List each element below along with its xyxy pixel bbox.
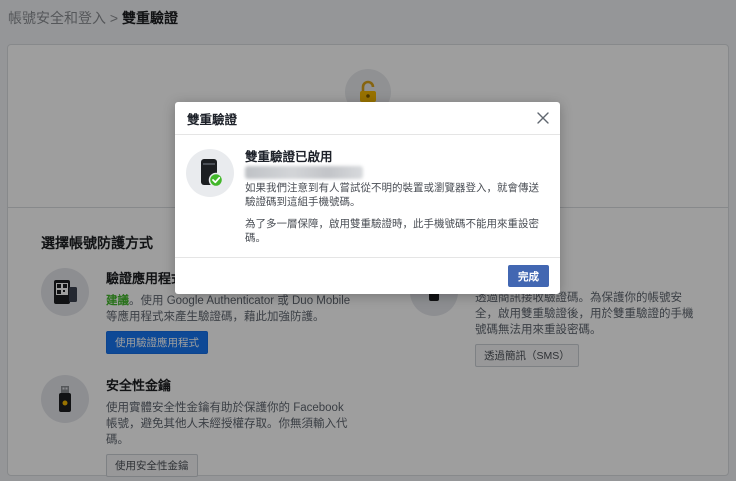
enabled-heading: 雙重驗證已啟用 bbox=[245, 150, 333, 164]
dialog-paragraph-1: 如果我們注意到有人嘗試從不明的裝置或瀏覽器登入，就會傳送驗證碼到這組手機號碼。 bbox=[245, 182, 539, 208]
phone-check-icon bbox=[186, 149, 234, 197]
dialog-footer: 完成 bbox=[175, 257, 560, 294]
dialog-header: 雙重驗證 bbox=[175, 102, 560, 135]
dialog-paragraph-2: 為了多一層保障，啟用雙重驗證時，此手機號碼不能用來重設密碼。 bbox=[245, 218, 539, 244]
dialog-title: 雙重驗證 bbox=[187, 112, 238, 127]
two-factor-enabled-dialog: 雙重驗證 雙重驗證已啟用 如果我們注意到有人嘗試從不明的裝置或瀏覽器登入，就會傳… bbox=[175, 102, 560, 294]
close-icon[interactable] bbox=[534, 109, 552, 127]
done-button[interactable]: 完成 bbox=[508, 265, 549, 287]
redacted-phone-number bbox=[245, 166, 363, 179]
dialog-body: 雙重驗證已啟用 如果我們注意到有人嘗試從不明的裝置或瀏覽器登入，就會傳送驗證碼到… bbox=[175, 135, 560, 257]
